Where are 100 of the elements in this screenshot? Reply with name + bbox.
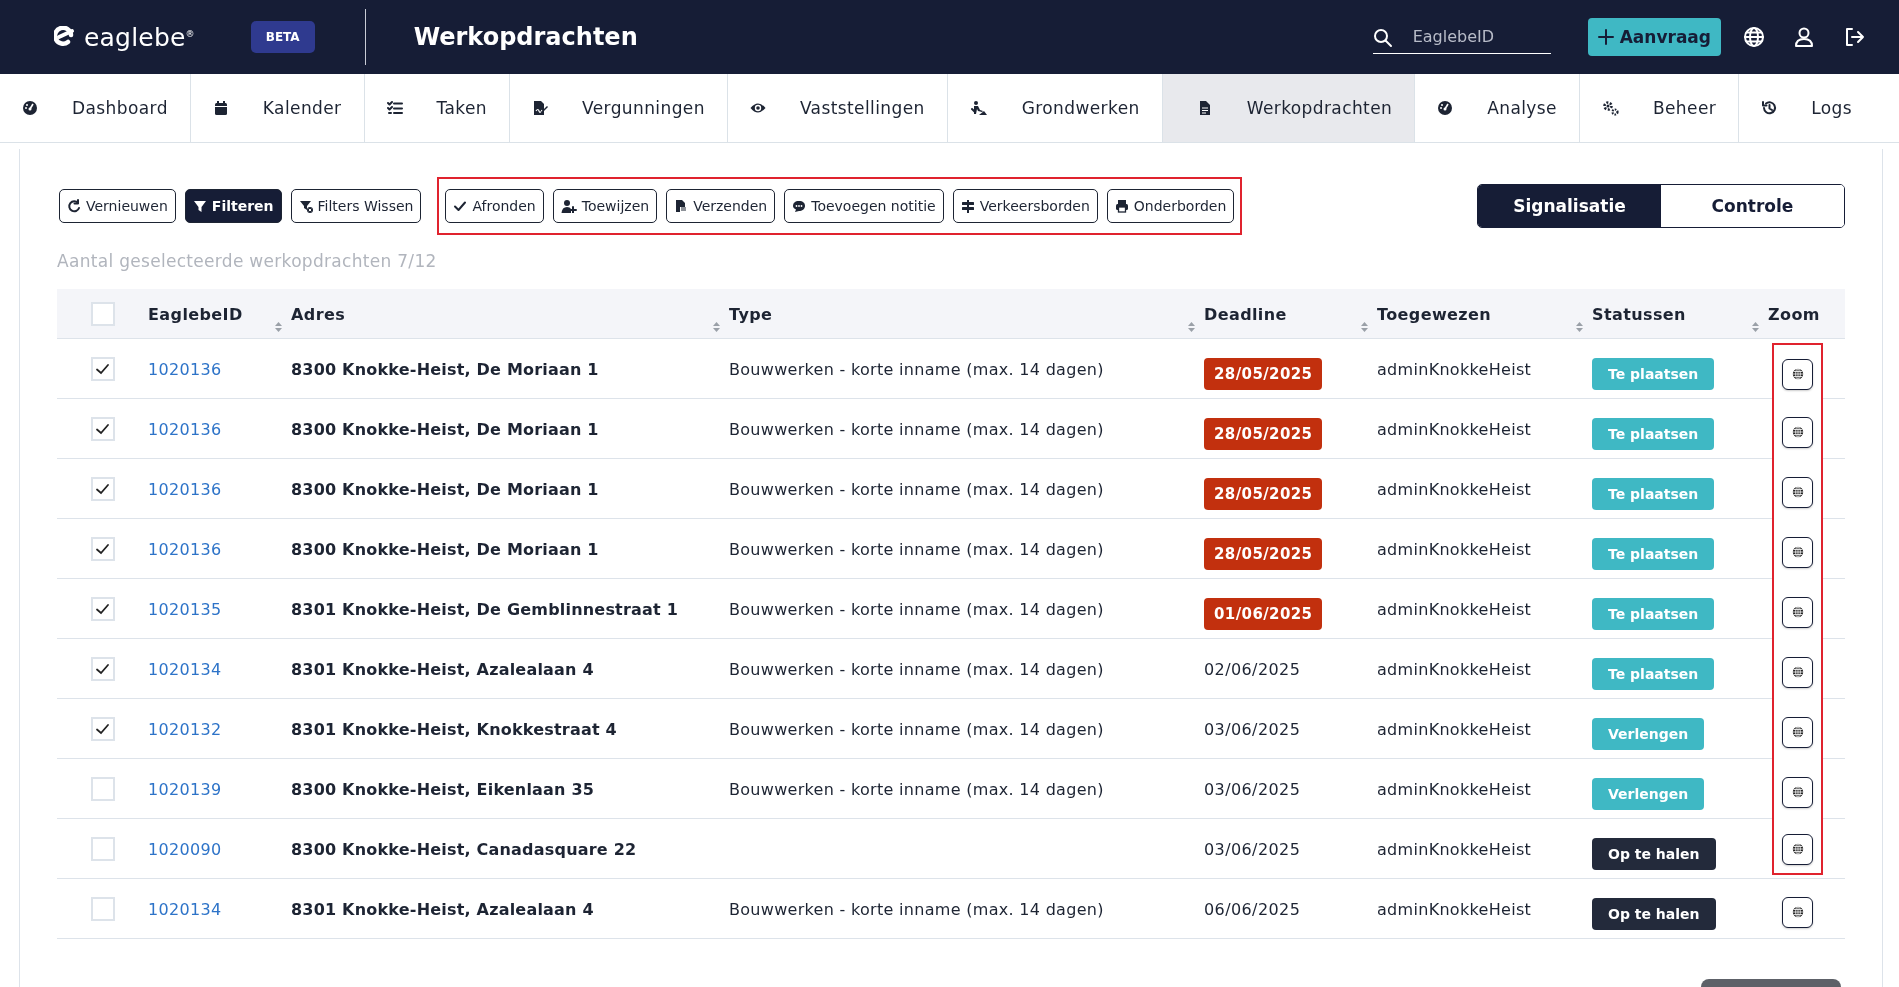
id-link[interactable]: 1020134 bbox=[148, 899, 222, 919]
document-pen-icon bbox=[532, 100, 548, 116]
checkbox[interactable] bbox=[90, 357, 115, 381]
id-link[interactable]: 1020136 bbox=[148, 419, 222, 439]
globe-icon bbox=[1791, 426, 1804, 438]
column-header: Deadline bbox=[1204, 304, 1287, 324]
zoom-button[interactable] bbox=[1782, 536, 1813, 568]
nav-tab[interactable]: Dashboard bbox=[0, 74, 191, 142]
zoom-button[interactable] bbox=[1782, 776, 1813, 808]
zoom-button[interactable] bbox=[1782, 716, 1813, 748]
checkbox[interactable] bbox=[90, 657, 115, 681]
checkbox[interactable] bbox=[90, 302, 115, 326]
request-button[interactable]: Aanvraag bbox=[1587, 18, 1721, 56]
checkbox[interactable] bbox=[90, 897, 115, 921]
nav-tab[interactable]: Kalender bbox=[190, 74, 365, 142]
nav-tab[interactable]: Vaststellingen bbox=[727, 74, 948, 142]
globe-icon bbox=[1791, 726, 1804, 738]
assignee-text: adminKnokkeHeist bbox=[1377, 899, 1532, 919]
toolbar-button[interactable]: Toevoegen notitie bbox=[784, 189, 944, 223]
zoom-button[interactable] bbox=[1782, 358, 1813, 390]
globe-icon[interactable] bbox=[1743, 26, 1765, 48]
toolbar-button[interactable]: Afronden bbox=[445, 189, 544, 223]
nav-tab[interactable]: Logs bbox=[1739, 74, 1852, 142]
id-link[interactable]: 1020136 bbox=[148, 359, 222, 379]
nav-tab[interactable]: Vergunningen bbox=[510, 74, 728, 142]
column-header: Statussen bbox=[1592, 304, 1686, 324]
address-text: 8300 Knokke-Heist, De Moriaan 1 bbox=[291, 479, 599, 499]
check-icon bbox=[453, 199, 468, 213]
checkbox[interactable] bbox=[90, 597, 115, 621]
type-text: Bouwwerken - korte inname (max. 14 dagen) bbox=[729, 599, 1104, 619]
id-link[interactable]: 1020090 bbox=[148, 839, 222, 859]
assignee-text: adminKnokkeHeist bbox=[1377, 599, 1532, 619]
id-link[interactable]: 1020136 bbox=[148, 539, 222, 559]
column-header: Adres bbox=[291, 304, 346, 324]
type-text: Bouwwerken - korte inname (max. 14 dagen) bbox=[729, 719, 1104, 739]
status-badge: Te plaatsen bbox=[1592, 538, 1715, 570]
globe-icon bbox=[1791, 606, 1804, 618]
id-link[interactable]: 1020136 bbox=[148, 479, 222, 499]
checkbox[interactable] bbox=[90, 477, 115, 501]
zoom-button[interactable] bbox=[1782, 896, 1813, 928]
id-link[interactable]: 1020135 bbox=[148, 599, 222, 619]
deadline-text: 03/06/2025 bbox=[1204, 719, 1301, 739]
pdf-file-icon bbox=[674, 199, 689, 213]
refresh-icon bbox=[67, 199, 81, 213]
id-link[interactable]: 1020139 bbox=[148, 779, 222, 799]
toolbar-button[interactable]: Toewijzen bbox=[552, 189, 658, 223]
check-icon bbox=[95, 602, 110, 616]
address-text: 8300 Knokke-Heist, De Moriaan 1 bbox=[291, 539, 599, 559]
toolbar-button[interactable]: Onderborden bbox=[1106, 189, 1235, 223]
toolbar-button[interactable]: Filters Wissen bbox=[290, 189, 422, 223]
toolbar-button[interactable]: Verkeersborden bbox=[952, 189, 1098, 223]
search-icon bbox=[1372, 28, 1393, 48]
zoom-button[interactable] bbox=[1782, 656, 1813, 688]
beta-badge: BETA bbox=[250, 21, 315, 53]
status-badge: Te plaatsen bbox=[1592, 598, 1715, 630]
id-link[interactable]: 1020132 bbox=[148, 719, 222, 739]
zoom-button[interactable] bbox=[1782, 596, 1813, 628]
checkbox[interactable] bbox=[90, 837, 115, 861]
check-icon bbox=[95, 662, 110, 676]
address-text: 8301 Knokke-Heist, De Gemblinnestraat 1 bbox=[291, 599, 678, 619]
nav-tab[interactable]: Analyse bbox=[1415, 74, 1580, 142]
nav-tab[interactable]: Beheer bbox=[1579, 74, 1740, 142]
logout-icon[interactable] bbox=[1843, 26, 1865, 48]
nav-tab[interactable]: Werkopdrachten bbox=[1162, 74, 1416, 142]
checkbox[interactable] bbox=[90, 777, 115, 801]
check-icon bbox=[95, 482, 110, 496]
deadline-text: 03/06/2025 bbox=[1204, 839, 1301, 859]
id-link[interactable]: 1020134 bbox=[148, 659, 222, 679]
address-text: 8300 Knokke-Heist, De Moriaan 1 bbox=[291, 359, 599, 379]
zoom-button[interactable] bbox=[1782, 476, 1813, 508]
address-text: 8301 Knokke-Heist, Azalealaan 4 bbox=[291, 899, 594, 919]
toolbar-button[interactable]: Verzenden bbox=[666, 189, 776, 223]
check-icon bbox=[95, 722, 110, 736]
type-text: Bouwwerken - korte inname (max. 14 dagen) bbox=[729, 659, 1104, 679]
toolbar-button[interactable]: Filteren bbox=[184, 189, 282, 223]
checkbox[interactable] bbox=[90, 717, 115, 741]
deadline-badge: 28/05/2025 bbox=[1204, 418, 1323, 450]
nav-tab[interactable]: Taken bbox=[364, 74, 510, 142]
checkbox[interactable] bbox=[90, 417, 115, 441]
toolbar-button[interactable]: Vernieuwen bbox=[59, 189, 176, 223]
nav-tab[interactable]: Grondwerken bbox=[947, 74, 1163, 142]
view-toggle-button[interactable]: Signalisatie bbox=[1478, 185, 1661, 227]
status-badge: Te plaatsen bbox=[1592, 418, 1715, 450]
deadline-badge: 01/06/2025 bbox=[1204, 598, 1323, 630]
checkbox[interactable] bbox=[90, 537, 115, 561]
zoom-button[interactable] bbox=[1782, 416, 1813, 448]
zoom-button[interactable] bbox=[1782, 833, 1813, 865]
search-field[interactable]: EaglebeID bbox=[1372, 20, 1551, 54]
assignee-text: adminKnokkeHeist bbox=[1377, 839, 1532, 859]
deadline-text: 02/06/2025 bbox=[1204, 659, 1301, 679]
history-icon bbox=[1761, 100, 1778, 116]
address-text: 8300 Knokke-Heist, De Moriaan 1 bbox=[291, 419, 599, 439]
user-icon[interactable] bbox=[1793, 26, 1815, 48]
column-header: Toegewezen bbox=[1377, 304, 1492, 324]
status-badge: Verlengen bbox=[1592, 778, 1705, 810]
status-badge: Verlengen bbox=[1592, 718, 1705, 750]
worker-digging-icon bbox=[969, 100, 988, 116]
assignee-text: adminKnokkeHeist bbox=[1377, 779, 1532, 799]
gauge-icon bbox=[1437, 100, 1454, 116]
assignee-text: adminKnokkeHeist bbox=[1377, 539, 1532, 559]
